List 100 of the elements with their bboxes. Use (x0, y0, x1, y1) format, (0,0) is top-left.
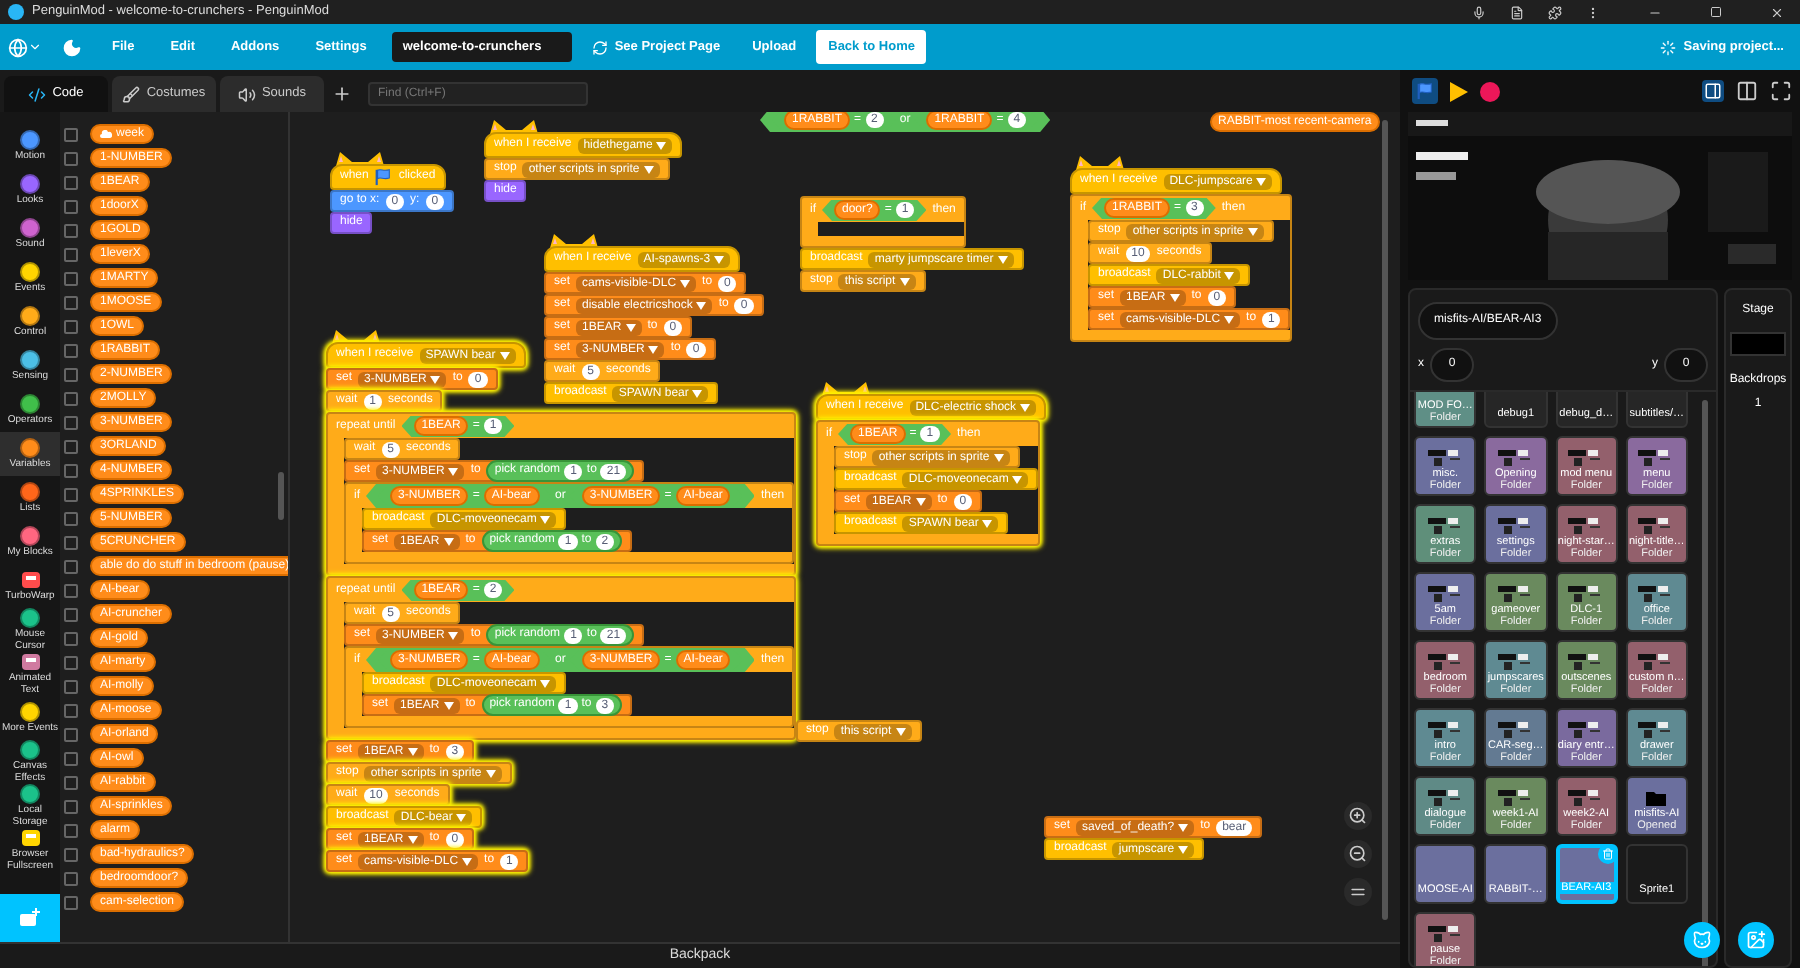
checkbox[interactable] (64, 343, 78, 357)
add-extension-button[interactable] (0, 894, 60, 942)
checkbox[interactable] (64, 175, 78, 189)
checkbox[interactable] (64, 367, 78, 381)
refresh-icon (592, 39, 609, 55)
checkbox[interactable] (64, 247, 78, 261)
stop-icon[interactable] (1480, 81, 1500, 101)
run-flag-button[interactable] (1412, 78, 1438, 104)
caret-icon (696, 301, 707, 309)
checkbox[interactable] (64, 319, 78, 333)
add-icon[interactable] (332, 84, 352, 104)
zoom-out-icon[interactable] (1344, 840, 1372, 868)
checkbox[interactable] (64, 391, 78, 405)
checkbox[interactable] (64, 415, 78, 429)
checkbox[interactable] (64, 703, 78, 717)
folder-thumbnail-icon (1425, 652, 1466, 670)
checkbox[interactable] (64, 439, 78, 453)
caret-icon (643, 165, 654, 173)
folder-thumbnail-icon (1495, 584, 1536, 602)
maximize-icon[interactable] (1710, 6, 1722, 18)
code-icon (28, 85, 47, 103)
caret-icon[interactable] (28, 40, 42, 54)
checkbox[interactable] (64, 127, 78, 141)
caret-icon (1020, 403, 1031, 411)
zoom-in-icon[interactable] (1344, 802, 1372, 830)
checkbox[interactable] (64, 295, 78, 309)
caret-icon (1178, 845, 1189, 853)
checkbox[interactable] (64, 823, 78, 837)
caret-icon (982, 519, 993, 527)
folder-thumbnail-icon (1495, 652, 1536, 670)
folder-thumbnail-icon (1495, 448, 1536, 466)
checkbox[interactable] (64, 895, 78, 909)
app-icon (8, 4, 24, 20)
add-backdrop-button[interactable] (1738, 922, 1774, 958)
folder-thumbnail-icon (1425, 720, 1466, 738)
caret-icon (456, 813, 467, 821)
close-icon[interactable] (1770, 5, 1784, 19)
caret-icon (448, 467, 459, 475)
small-stage-icon[interactable] (1702, 80, 1724, 102)
spinner-icon (1659, 39, 1676, 55)
flag-icon (374, 168, 393, 186)
fullscreen-icon[interactable] (1770, 80, 1792, 102)
checkbox[interactable] (64, 463, 78, 477)
checkbox[interactable] (64, 535, 78, 549)
checkbox[interactable] (64, 751, 78, 765)
folder-thumbnail-icon (1495, 788, 1536, 806)
document-icon[interactable] (1510, 5, 1524, 19)
checkbox[interactable] (64, 223, 78, 237)
checkbox[interactable] (64, 655, 78, 669)
folder-thumbnail-icon (1425, 448, 1466, 466)
delete-button[interactable] (1597, 844, 1618, 864)
script-canvas[interactable] (290, 112, 1400, 942)
checkbox[interactable] (64, 583, 78, 597)
folder-thumbnail-icon (1495, 720, 1536, 738)
image-icon (1746, 930, 1766, 950)
play-icon[interactable] (1450, 81, 1468, 101)
checkbox[interactable] (64, 799, 78, 813)
more-icon[interactable] (1586, 5, 1600, 19)
caret-icon (443, 537, 454, 545)
add-sprite-button[interactable] (1684, 922, 1720, 958)
caret-icon (443, 701, 454, 709)
checkbox[interactable] (64, 271, 78, 285)
puzzle-icon[interactable] (1548, 5, 1562, 19)
caret-icon (1256, 177, 1267, 185)
caret-icon (714, 255, 725, 263)
caret-icon (407, 835, 418, 843)
checkbox[interactable] (64, 151, 78, 165)
checkbox[interactable] (64, 607, 78, 621)
caret-icon (485, 769, 496, 777)
stage-thumbnail[interactable] (1730, 332, 1786, 356)
caret-icon (1224, 271, 1235, 279)
caret-icon (1224, 315, 1235, 323)
checkbox[interactable] (64, 679, 78, 693)
caret-icon (430, 375, 441, 383)
folder-icon (1646, 790, 1667, 806)
caret-icon (1178, 823, 1189, 831)
checkbox[interactable] (64, 511, 78, 525)
globe-icon[interactable] (8, 37, 28, 57)
microphone-icon[interactable] (1472, 5, 1486, 19)
folder-thumbnail-icon (1425, 788, 1466, 806)
reset-zoom-icon[interactable] (1344, 878, 1372, 906)
checkbox[interactable] (64, 847, 78, 861)
large-stage-icon[interactable] (1736, 80, 1758, 102)
theme-icon[interactable] (62, 37, 82, 57)
checkbox[interactable] (64, 631, 78, 645)
checkbox[interactable] (64, 487, 78, 501)
checkbox[interactable] (64, 559, 78, 573)
checkbox[interactable] (64, 871, 78, 885)
caret-icon (680, 279, 691, 287)
folder-thumbnail-icon (1425, 516, 1466, 534)
caret-icon (540, 515, 551, 523)
checkbox[interactable] (64, 199, 78, 213)
caret-icon (499, 351, 510, 359)
checkbox[interactable] (64, 727, 78, 741)
caret-icon (1169, 293, 1180, 301)
caret-icon (899, 277, 910, 285)
caret-icon (692, 389, 703, 397)
caret-icon (448, 631, 459, 639)
caret-icon (997, 255, 1008, 263)
checkbox[interactable] (64, 775, 78, 789)
